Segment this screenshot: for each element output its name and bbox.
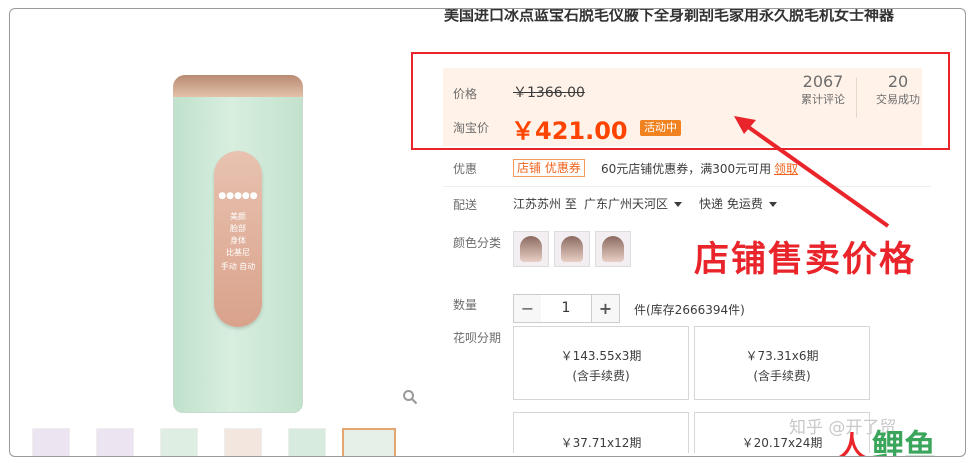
stock-text: 件(库存2666394件) bbox=[634, 303, 745, 317]
thumbnail-strip bbox=[32, 428, 412, 456]
installment-amount: ￥73.31x6期 bbox=[745, 349, 819, 363]
color-option[interactable] bbox=[554, 231, 590, 267]
magnifier-icon[interactable] bbox=[402, 389, 418, 405]
swatch-image bbox=[602, 236, 624, 262]
panel-line: 身体 bbox=[230, 236, 246, 245]
installment-amount: ￥143.55x3期 bbox=[560, 349, 642, 363]
color-label: 颜色分类 bbox=[453, 236, 502, 250]
coupon-tag: 店铺 优惠券 bbox=[513, 159, 585, 177]
thumbnail-selected[interactable] bbox=[342, 428, 396, 456]
installment-fee: (含手续费) bbox=[572, 369, 630, 383]
device-illustration: ●●●●● 美颜 脸部 身体 比基尼 手动 自动 bbox=[173, 75, 303, 413]
panel-level-dots: ●●●●● bbox=[218, 191, 258, 201]
thumbnail[interactable] bbox=[224, 428, 262, 456]
annotation-callout: 店铺售卖价格 bbox=[694, 240, 917, 280]
ship-to-select[interactable]: 广东广州天河区 bbox=[584, 195, 683, 212]
quantity-label: 数量 bbox=[453, 298, 478, 312]
installment-option[interactable]: ￥73.31x6期 (含手续费) bbox=[694, 326, 870, 400]
panel-line: 美颜 bbox=[230, 212, 246, 221]
color-option[interactable] bbox=[513, 231, 549, 267]
ship-from: 江苏苏州 至 bbox=[513, 197, 577, 211]
panel-line: 手动 自动 bbox=[220, 262, 256, 271]
device-cap bbox=[173, 75, 303, 97]
thumbnail[interactable] bbox=[288, 428, 326, 456]
annotation-arrow bbox=[734, 116, 890, 228]
installment-label: 花呗分期 bbox=[453, 331, 502, 345]
product-title: 美国进口冰点蓝宝石脱毛仪腋下全身剃刮毛家用永久脱毛机女士神器 bbox=[444, 8, 895, 24]
installment-amount: ￥37.71x12期 bbox=[560, 436, 642, 450]
shipping-label: 配送 bbox=[453, 198, 478, 212]
installment-option[interactable]: ￥143.55x3期 (含手续费) bbox=[513, 326, 689, 400]
product-page: ●●●●● 美颜 脸部 身体 比基尼 手动 自动 美国进口冰点蓝宝石脱毛仪腋下全… bbox=[9, 8, 966, 457]
installment-option[interactable]: ￥37.71x12期 bbox=[513, 412, 689, 453]
decrement-button[interactable]: − bbox=[513, 294, 542, 323]
thumbnail[interactable] bbox=[160, 428, 198, 456]
chevron-down-icon bbox=[674, 202, 683, 207]
watermark-logo-b: 鲤鱼 bbox=[872, 427, 937, 457]
swatch-image bbox=[561, 236, 583, 262]
quantity-input[interactable]: 1 bbox=[541, 294, 591, 323]
thumbnail[interactable] bbox=[32, 428, 70, 456]
main-product-image[interactable]: ●●●●● 美颜 脸部 身体 比基尼 手动 自动 bbox=[48, 41, 393, 413]
coupon-label: 优惠 bbox=[453, 162, 478, 176]
ship-to: 广东广州天河区 bbox=[584, 197, 669, 211]
device-control-panel: ●●●●● 美颜 脸部 身体 比基尼 手动 自动 bbox=[214, 151, 262, 327]
thumbnail[interactable] bbox=[96, 428, 134, 456]
installment-fee: (含手续费) bbox=[753, 369, 811, 383]
panel-line: 脸部 bbox=[230, 224, 246, 233]
watermark-logo-a: 人 bbox=[838, 430, 867, 457]
swatch-image bbox=[520, 236, 542, 262]
panel-line: 比基尼 bbox=[226, 248, 250, 257]
increment-button[interactable]: + bbox=[591, 294, 620, 323]
color-option[interactable] bbox=[595, 231, 631, 267]
